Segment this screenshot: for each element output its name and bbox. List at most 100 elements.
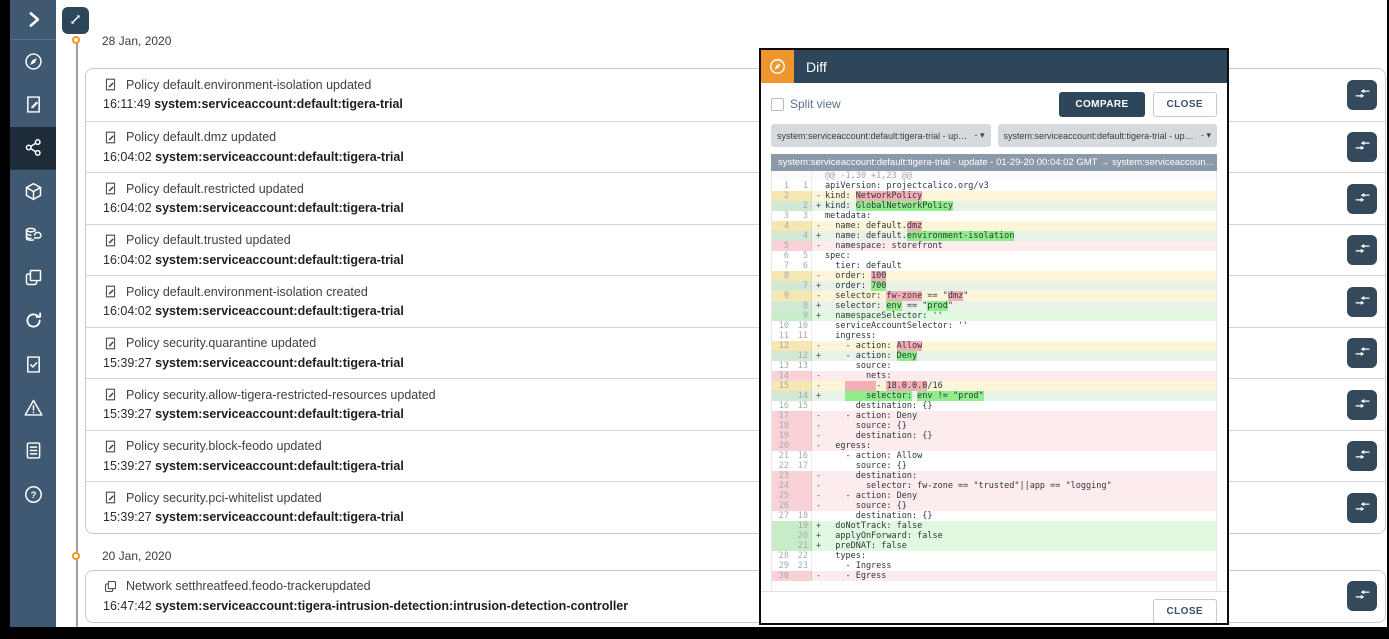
event-title: Policy default.environment-isolation cre… bbox=[126, 285, 368, 299]
sidebar-item-policies[interactable] bbox=[10, 83, 56, 126]
layers-icon bbox=[103, 579, 118, 594]
diff-modal: Diff Split view COMPARE CLOSE system:ser… bbox=[759, 48, 1229, 625]
diff-line: 2-kind: NetworkPolicy bbox=[772, 191, 1216, 201]
diff-line: 1010 serviceAccountSelector: '' bbox=[772, 321, 1216, 331]
event-time: 16:04:02 bbox=[103, 253, 155, 267]
event-time: 15:39:27 bbox=[103, 407, 155, 421]
left-revision-select[interactable]: system:serviceaccount:default:tigera-tri… bbox=[771, 124, 991, 147]
refresh-icon bbox=[23, 310, 44, 331]
timeline-dot-icon bbox=[72, 36, 80, 44]
expand-icon bbox=[67, 11, 84, 31]
cloud-storage-icon bbox=[23, 224, 44, 245]
open-diff-button[interactable] bbox=[1347, 184, 1377, 214]
compass-icon bbox=[23, 51, 44, 72]
diff-line: 21+ preDNAT: false bbox=[772, 541, 1216, 551]
modal-title: Diff bbox=[806, 59, 827, 75]
sidebar-item-expand-nav[interactable] bbox=[10, 0, 56, 40]
event-account: system:serviceaccount:default:tigera-tri… bbox=[155, 510, 404, 524]
sidebar-item-refresh[interactable] bbox=[10, 300, 56, 343]
sidebar-item-layers[interactable] bbox=[10, 256, 56, 299]
diff-line: 9+ namespaceSelector: '' bbox=[772, 311, 1216, 321]
date-label: 20 Jan, 2020 bbox=[102, 549, 171, 563]
event-title: Policy security.pci-whitelist updated bbox=[126, 491, 322, 505]
open-diff-button[interactable] bbox=[1347, 80, 1377, 110]
sidebar-item-compass[interactable] bbox=[10, 40, 56, 83]
open-diff-button[interactable] bbox=[1347, 441, 1377, 471]
timeline-dot-icon bbox=[72, 552, 80, 560]
doc-edit-icon bbox=[103, 77, 118, 92]
event-account: system:serviceaccount:default:tigera-tri… bbox=[155, 253, 404, 267]
close-button-top[interactable]: CLOSE bbox=[1153, 92, 1217, 117]
diff-line: 14+ selector: env != "prod" bbox=[772, 391, 1216, 401]
doc-edit-icon bbox=[103, 130, 118, 145]
diff-compare-icon bbox=[1354, 586, 1371, 606]
event-account: system:serviceaccount:default:tigera-tri… bbox=[155, 407, 404, 421]
split-view-toggle[interactable]: Split view bbox=[771, 97, 841, 111]
split-view-checkbox[interactable] bbox=[771, 98, 784, 111]
diff-modal-body: Split view COMPARE CLOSE system:servicea… bbox=[761, 83, 1227, 623]
event-title: Policy security.allow-tigera-restricted-… bbox=[126, 388, 436, 402]
diff-line: 17- - action: Deny bbox=[772, 411, 1216, 421]
doc-list-icon bbox=[23, 440, 44, 461]
sidebar: ? bbox=[10, 0, 56, 627]
svg-text:?: ? bbox=[30, 490, 36, 501]
compare-button[interactable]: COMPARE bbox=[1059, 92, 1144, 117]
sidebar-item-storage[interactable] bbox=[10, 213, 56, 256]
diff-line: 11apiVersion: projectcalico.org/v3 bbox=[772, 181, 1216, 191]
sidebar-item-help[interactable]: ? bbox=[10, 473, 56, 516]
diff-line: 2+kind: GlobalNetworkPolicy bbox=[772, 201, 1216, 211]
event-account: system:serviceaccount:default:tigera-tri… bbox=[155, 304, 404, 318]
doc-edit-icon bbox=[103, 439, 118, 454]
expand-timeline-button[interactable] bbox=[62, 7, 89, 34]
diff-line: 1111 ingress: bbox=[772, 331, 1216, 341]
doc-edit-icon bbox=[103, 336, 118, 351]
diff-compare-icon bbox=[1354, 395, 1371, 415]
diff-line: 23- destination: bbox=[772, 471, 1216, 481]
diff-line: 1615 destination: {} bbox=[772, 401, 1216, 411]
event-account: system:serviceaccount:default:tigera-tri… bbox=[155, 150, 404, 164]
diff-line: 2822 types: bbox=[772, 551, 1216, 561]
open-diff-button[interactable] bbox=[1347, 493, 1377, 523]
diff-line: 5- namespace: storefront bbox=[772, 241, 1216, 251]
event-title: Policy default.restricted updated bbox=[126, 182, 304, 196]
sidebar-item-workloads[interactable] bbox=[10, 170, 56, 213]
sidebar-item-compliance[interactable] bbox=[10, 343, 56, 386]
doc-edit-icon bbox=[103, 233, 118, 248]
diff-line: @@ -1,30 +1,23 @@ bbox=[772, 171, 1216, 181]
open-diff-button[interactable] bbox=[1347, 581, 1377, 611]
event-account: system:serviceaccount:tigera-intrusion-d… bbox=[155, 599, 628, 613]
sidebar-item-alerts[interactable] bbox=[10, 386, 56, 429]
sidebar-item-network-graph[interactable] bbox=[10, 127, 56, 170]
event-title: Network setthreatfeed.feodo-trackerupdat… bbox=[126, 579, 371, 593]
sidebar-item-logs[interactable] bbox=[10, 430, 56, 473]
right-revision-select[interactable]: system:serviceaccount:default:tigera-tri… bbox=[998, 124, 1218, 147]
event-title: Policy default.dmz updated bbox=[126, 130, 276, 144]
diff-modal-footer: CLOSE bbox=[761, 591, 1227, 623]
event-time: 15:39:27 bbox=[103, 510, 155, 524]
close-button-bottom[interactable]: CLOSE bbox=[1153, 599, 1217, 623]
open-diff-button[interactable] bbox=[1347, 390, 1377, 420]
event-account: system:serviceaccount:default:tigera-tri… bbox=[155, 459, 404, 473]
diff-line: 18- source: {} bbox=[772, 421, 1216, 431]
diff-line: 25- - action: Deny bbox=[772, 491, 1216, 501]
doc-edit-icon bbox=[103, 284, 118, 299]
doc-edit-icon bbox=[103, 490, 118, 505]
diff-line: 12- - action: Allow bbox=[772, 341, 1216, 351]
diff-line: 2718 destination: {} bbox=[772, 511, 1216, 521]
chevron-right-icon bbox=[23, 9, 44, 30]
timeline-line bbox=[76, 41, 78, 627]
open-diff-button[interactable] bbox=[1347, 338, 1377, 368]
split-view-label: Split view bbox=[790, 97, 841, 111]
diff-line: 24- selector: fw-zone == "trusted"||app … bbox=[772, 481, 1216, 491]
diff-viewport[interactable]: @@ -1,30 +1,23 @@11apiVersion: projectca… bbox=[771, 171, 1217, 591]
chevron-down-icon: - ▾ bbox=[974, 130, 984, 141]
open-diff-button[interactable] bbox=[1347, 287, 1377, 317]
event-account: system:serviceaccount:default:tigera-tri… bbox=[155, 201, 404, 215]
diff-line: 30- - Egress bbox=[772, 571, 1216, 581]
diff-line: 4- name: default.dmz bbox=[772, 221, 1216, 231]
open-diff-button[interactable] bbox=[1347, 132, 1377, 162]
doc-edit-icon bbox=[23, 94, 44, 115]
diff-line: 19- destination: {} bbox=[772, 431, 1216, 441]
open-diff-button[interactable] bbox=[1347, 235, 1377, 265]
diff-compare-icon bbox=[1354, 343, 1371, 363]
